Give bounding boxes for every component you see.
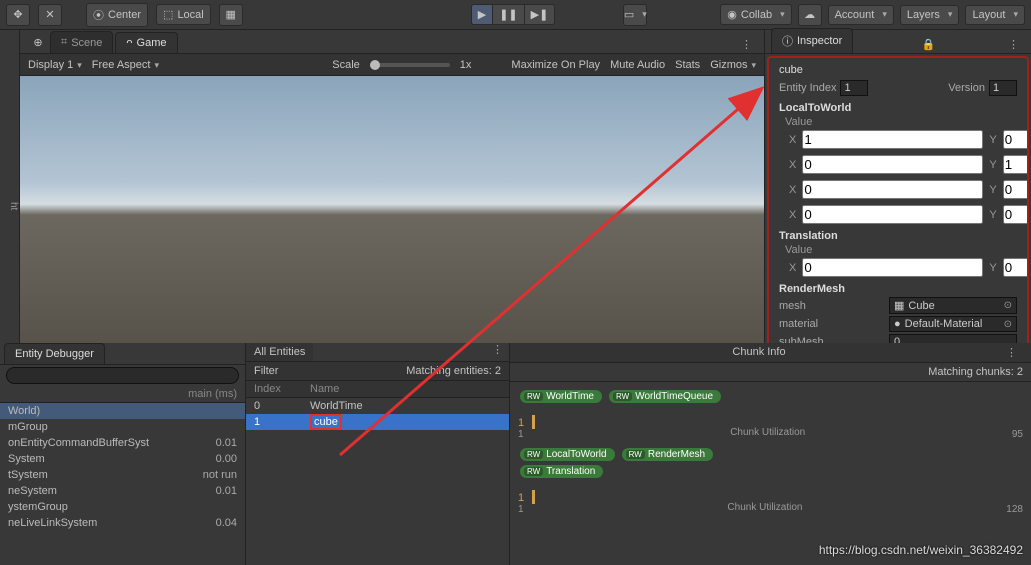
trans-y[interactable] bbox=[1003, 258, 1029, 277]
tab-inspector[interactable]: ⓘInspector bbox=[771, 28, 853, 53]
grid-icon[interactable]: ▦ bbox=[219, 4, 243, 26]
step-button[interactable]: ▶❚ bbox=[524, 4, 556, 25]
ltw-y[interactable] bbox=[1003, 130, 1029, 149]
filter-button[interactable]: Filter bbox=[254, 365, 278, 377]
version-label: Version bbox=[948, 82, 985, 94]
collab-dropdown[interactable]: ◉ Collab bbox=[720, 4, 791, 25]
play-button[interactable]: ▶ bbox=[471, 4, 492, 25]
pause-button[interactable]: ❚❚ bbox=[492, 4, 523, 25]
layout-dropdown[interactable]: Layout bbox=[965, 5, 1025, 25]
ltw-x[interactable] bbox=[802, 180, 983, 199]
all-entities-label: All Entities bbox=[246, 343, 313, 361]
mesh-field[interactable]: ▦ Cube⊙ bbox=[889, 297, 1017, 314]
gizmos-dropdown[interactable]: Gizmos bbox=[710, 59, 756, 71]
material-field[interactable]: ● Default-Material⊙ bbox=[889, 316, 1017, 332]
scale-slider[interactable] bbox=[370, 63, 450, 67]
system-row[interactable]: ystemGroup bbox=[0, 499, 245, 515]
system-row[interactable]: neSystem0.01 bbox=[0, 483, 245, 499]
tag-rendermesh[interactable]: RWRenderMesh bbox=[622, 448, 713, 461]
ltw-x[interactable] bbox=[802, 130, 983, 149]
layers-dropdown[interactable]: Layers bbox=[900, 5, 960, 25]
mesh-label: mesh bbox=[779, 300, 889, 312]
info-icon: ⓘ bbox=[782, 33, 793, 49]
game-icon: ᴖ bbox=[126, 37, 132, 49]
ltw-y[interactable] bbox=[1003, 180, 1029, 199]
ltw-x[interactable] bbox=[802, 155, 983, 174]
name-col: Name bbox=[306, 381, 509, 397]
tool-icon[interactable]: ✕ bbox=[38, 4, 62, 26]
system-row[interactable]: System0.00 bbox=[0, 451, 245, 467]
matching-entities: Matching entities: 2 bbox=[406, 365, 501, 377]
cloud-icon[interactable]: ☁ bbox=[798, 4, 822, 26]
system-row[interactable]: mGroup bbox=[0, 419, 245, 435]
account-dropdown[interactable]: Account bbox=[828, 5, 894, 25]
index-col: Index bbox=[246, 381, 306, 397]
ltw-y[interactable] bbox=[1003, 205, 1029, 224]
ltw-y[interactable] bbox=[1003, 155, 1029, 174]
entity-row-selected[interactable]: 1cube bbox=[246, 414, 509, 430]
center-button[interactable]: ⦿ Center bbox=[86, 3, 148, 27]
entity-name: cube bbox=[779, 64, 803, 76]
tag-localtoworld[interactable]: RWLocalToWorld bbox=[520, 448, 615, 461]
entity-index-field[interactable] bbox=[840, 80, 868, 96]
mute-audio[interactable]: Mute Audio bbox=[610, 59, 665, 71]
tag-worldtime[interactable]: RWWorldTime bbox=[520, 390, 602, 403]
localtoworld-header: LocalToWorld bbox=[779, 102, 1017, 114]
world-row[interactable]: World) bbox=[0, 403, 245, 419]
tag-translation[interactable]: RWTranslation bbox=[520, 465, 603, 478]
ltw-x[interactable] bbox=[802, 205, 983, 224]
main-toolbar: ✥ ✕ ⦿ Center ⬚ Local ▦ ▶ ❚❚ ▶❚ ▭ ◉ Colla… bbox=[0, 0, 1031, 30]
search-input[interactable] bbox=[6, 367, 239, 384]
value-label-2: Value bbox=[785, 244, 1017, 256]
stats-button[interactable]: Stats bbox=[675, 59, 700, 71]
entities-menu-icon[interactable]: ⋮ bbox=[486, 343, 509, 361]
tab-game[interactable]: ᴖGame bbox=[115, 32, 177, 53]
version-field[interactable] bbox=[989, 80, 1017, 96]
tag-worldtimequeue[interactable]: RWWorldTimeQueue bbox=[609, 390, 721, 403]
material-label: material bbox=[779, 318, 889, 330]
matching-chunks: Matching chunks: 2 bbox=[928, 366, 1023, 378]
rendermesh-header: RenderMesh bbox=[779, 283, 1017, 295]
system-row[interactable]: onEntityCommandBufferSyst0.01 bbox=[0, 435, 245, 451]
aspect-dropdown[interactable]: ▭ bbox=[623, 4, 647, 26]
entity-index-label: Entity Index bbox=[779, 82, 836, 94]
add-tab-icon[interactable]: ⊕ bbox=[26, 31, 50, 53]
scene-icon: ⌗ bbox=[61, 36, 67, 49]
scale-value: 1x bbox=[460, 59, 472, 71]
inspector-menu-icon[interactable]: ⋮ bbox=[1002, 36, 1025, 53]
chunk-menu-icon[interactable]: ⋮ bbox=[1000, 346, 1023, 359]
tab-menu-icon[interactable]: ⋮ bbox=[735, 36, 758, 53]
translation-header: Translation bbox=[779, 230, 1017, 242]
aspect-select[interactable]: Free Aspect bbox=[92, 59, 159, 71]
chunk-info-label: Chunk Info bbox=[732, 346, 785, 359]
scale-label: Scale bbox=[332, 59, 360, 71]
watermark: https://blog.csdn.net/weixin_36382492 bbox=[819, 543, 1023, 557]
entity-row[interactable]: 0WorldTime bbox=[246, 398, 509, 414]
inspector-lock-icon[interactable]: 🔒 bbox=[916, 36, 942, 53]
game-viewport bbox=[20, 76, 764, 343]
system-row[interactable]: tSystemnot run bbox=[0, 467, 245, 483]
system-row[interactable]: neLiveLinkSystem0.04 bbox=[0, 515, 245, 531]
display-dropdown[interactable]: Display 1 bbox=[28, 59, 82, 71]
maximize-on-play[interactable]: Maximize On Play bbox=[511, 59, 600, 71]
tab-scene[interactable]: ⌗Scene bbox=[50, 31, 113, 53]
tab-entity-debugger[interactable]: Entity Debugger bbox=[4, 343, 105, 364]
trans-x[interactable] bbox=[802, 258, 983, 277]
hand-tool-icon[interactable]: ✥ bbox=[6, 4, 30, 26]
local-button[interactable]: ⬚ Local bbox=[156, 4, 211, 25]
main-ms-header: main (ms) bbox=[188, 388, 237, 400]
left-gutter: ht bbox=[0, 30, 20, 343]
value-label: Value bbox=[785, 116, 1017, 128]
